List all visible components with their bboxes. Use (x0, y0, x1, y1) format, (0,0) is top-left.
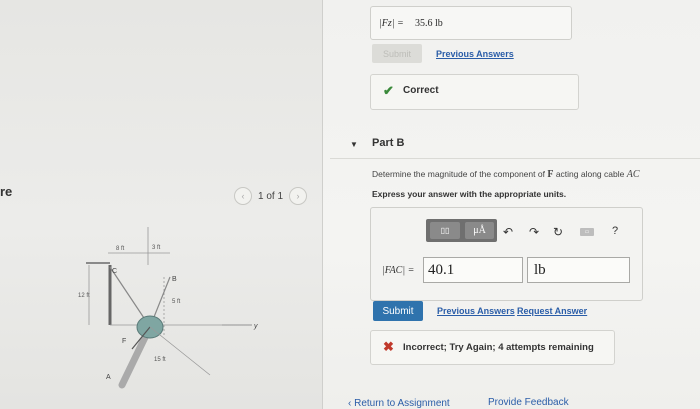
dim-label-5ft: 5 ft (172, 299, 181, 305)
point-a-label: A (106, 374, 111, 381)
part-b-feedback-text: Incorrect; Try Again; 4 attempts remaini… (403, 342, 594, 353)
point-b-label: B (172, 276, 177, 283)
chevron-left-icon: ‹ (241, 191, 245, 201)
axis-y-label: y (253, 323, 258, 330)
dim-label-15ft: 15 ft (154, 357, 166, 363)
force-f-label: F (122, 338, 126, 345)
fac-value-input[interactable]: 40.1 (423, 257, 523, 283)
provide-feedback-link[interactable]: Provide Feedback (488, 397, 569, 408)
question-mid: acting along cable (555, 169, 625, 179)
fac-unit-input[interactable]: lb (527, 257, 630, 283)
part-b-title[interactable]: Part B (372, 137, 404, 149)
part-a-answer-box: |Fz| = 35.6 lb (370, 6, 572, 40)
dim-line-15ft (149, 326, 211, 376)
reset-icon[interactable]: ↻ (553, 225, 563, 239)
redo-icon[interactable]: ↷ (529, 225, 539, 239)
part-b-divider (330, 158, 700, 159)
dim-label-3ft: 3 ft (152, 245, 161, 251)
point-c-label: C (112, 268, 117, 275)
part-b-previous-answers-link[interactable]: Previous Answers (437, 306, 515, 316)
return-to-assignment-link[interactable]: ‹ Return to Assignment (348, 398, 450, 409)
units-button[interactable]: μÅ (465, 222, 494, 239)
part-b-instruction: Express your answer with the appropriate… (372, 189, 567, 199)
question-prefix: Determine the magnitude of the component… (372, 169, 545, 179)
x-mark-icon: ✖ (383, 339, 394, 354)
chevron-right-icon: › (296, 191, 300, 201)
fac-label: |FAC| = (382, 265, 415, 276)
part-a-answer-label: |Fz| = (379, 18, 404, 29)
dim-label-8ft: 8 ft (116, 246, 125, 252)
check-icon: ✔ (383, 83, 394, 98)
answer-editor (370, 207, 643, 301)
keyboard-icon[interactable]: ▭ (580, 228, 594, 236)
dim-label-12ft: 12 ft (78, 293, 90, 299)
part-b-submit-button[interactable]: Submit (373, 301, 423, 321)
help-icon[interactable]: ? (612, 225, 618, 237)
part-a-previous-answers-link[interactable]: Previous Answers (436, 49, 514, 59)
next-figure-button[interactable]: › (289, 187, 308, 205)
prev-figure-button[interactable]: ‹ (234, 187, 252, 205)
part-a-feedback: ✔ Correct (370, 74, 579, 110)
template-button[interactable]: ▯▯ (430, 222, 460, 239)
question-cable: AC (626, 169, 640, 180)
part-b-collapse-icon[interactable]: ▼ (350, 140, 358, 149)
cut-off-label: re (0, 184, 13, 199)
part-a-feedback-text: Correct (403, 85, 439, 96)
part-a-submit-button[interactable]: Submit (372, 44, 422, 63)
question-force: F (547, 169, 554, 180)
part-a-answer-value: 35.6 lb (415, 18, 443, 29)
request-answer-link[interactable]: Request Answer (517, 306, 587, 316)
undo-icon[interactable]: ↶ (503, 225, 513, 239)
part-b-feedback: ✖ Incorrect; Try Again; 4 attempts remai… (370, 330, 615, 365)
pager-text: 1 of 1 (258, 190, 284, 202)
problem-figure: 8 ft 3 ft 12 ft 5 ft 15 ft C B A F y (78, 227, 258, 389)
figure-pager: ‹ 1 of 1 › (234, 187, 308, 205)
part-b-question: Determine the magnitude of the component… (372, 169, 640, 180)
